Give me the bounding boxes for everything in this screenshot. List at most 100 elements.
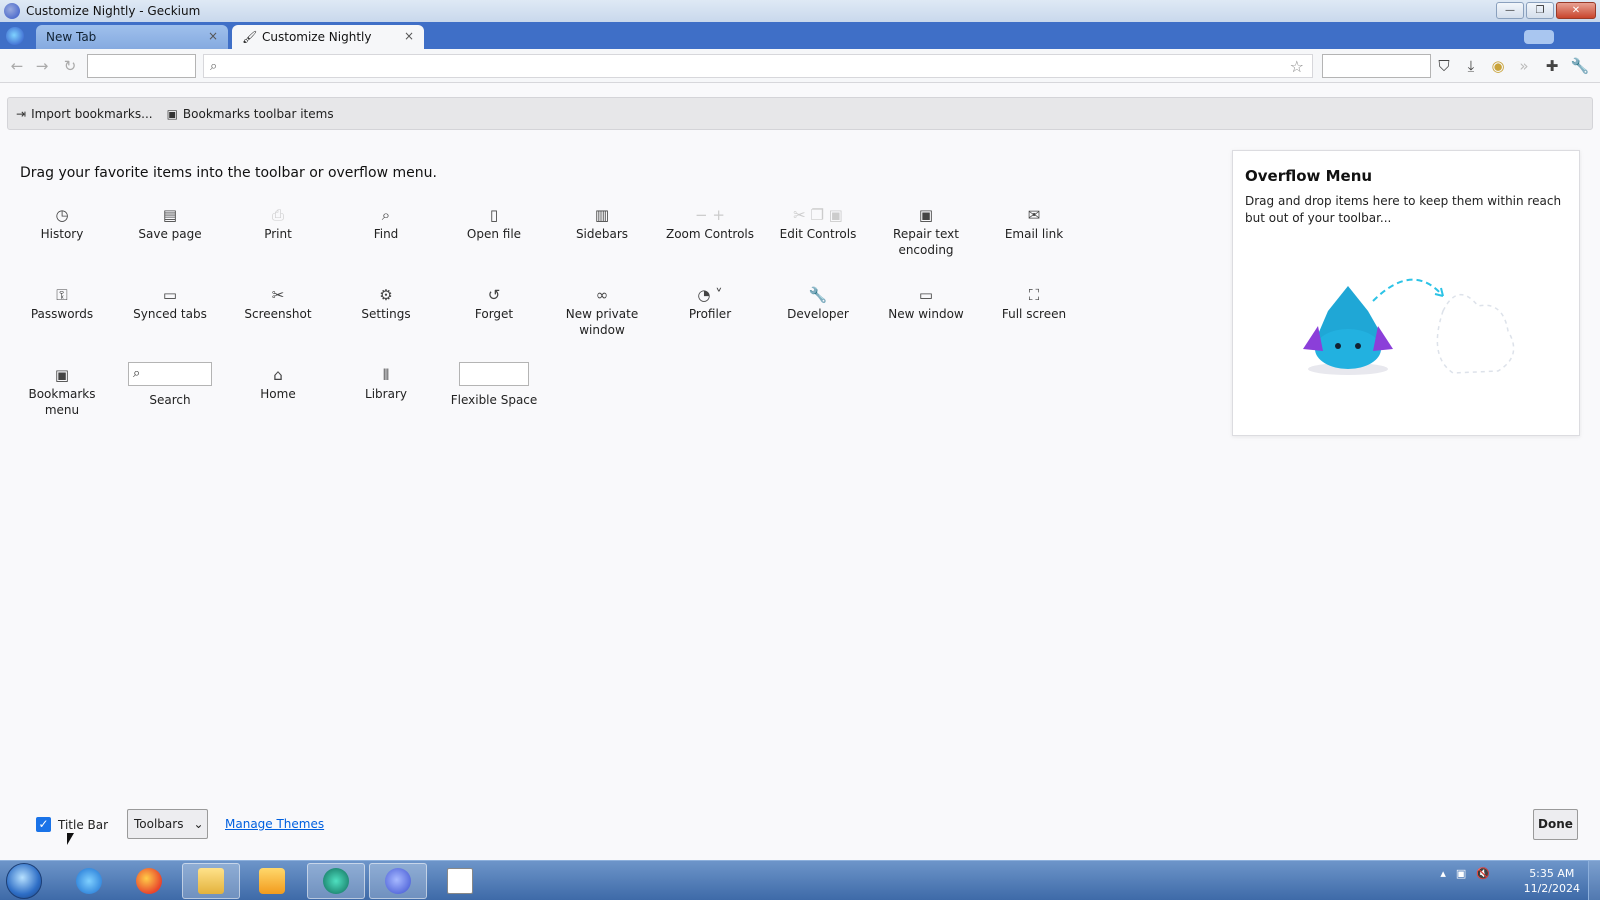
bookmarks-menu-icon: ▣ <box>54 366 70 384</box>
palette-item-search[interactable]: ⌕ Search <box>120 362 220 408</box>
mouse-cursor-icon <box>67 833 74 845</box>
history-icon: ◷ <box>55 206 69 224</box>
palette-item-label: History <box>40 227 84 241</box>
close-window-button[interactable]: ✕ <box>1556 2 1596 19</box>
sidebars-icon: ▥ <box>594 206 610 224</box>
clock[interactable]: 5:35 AM 11/2/2024 <box>1524 866 1580 896</box>
overflow-menu-panel[interactable]: Overflow Menu Drag and drop items here t… <box>1232 150 1580 436</box>
tab-customize-nightly[interactable]: 🖌 Customize Nightly × <box>232 25 424 49</box>
tray-expand-icon[interactable]: ▴ <box>1440 867 1446 880</box>
chevron-down-icon: ⌄ <box>193 817 204 831</box>
import-bookmarks-label: Import bookmarks... <box>31 106 153 121</box>
forward-arrow-icon[interactable]: → <box>33 57 51 75</box>
firefox-nightly-icon[interactable] <box>6 27 24 45</box>
palette-item-label: Home <box>260 387 296 401</box>
print-icon: ⎙ <box>271 206 284 224</box>
show-desktop-button[interactable] <box>1588 861 1600 900</box>
palette-item-new-private-window[interactable]: ∞ New private window <box>552 284 652 338</box>
overflow-chevron-icon[interactable]: » <box>1514 56 1534 76</box>
title-bar-label: Title Bar <box>58 818 109 832</box>
taskbar-notepad[interactable] <box>431 863 489 899</box>
restore-button[interactable]: ❐ <box>1526 2 1554 19</box>
start-button[interactable] <box>6 863 42 899</box>
taskbar-media-player[interactable] <box>243 863 301 899</box>
palette-item-new-window[interactable]: ▭ New window <box>876 284 976 322</box>
downloads-icon[interactable]: ⤓ <box>1461 56 1481 76</box>
back-arrow-icon[interactable]: ← <box>8 57 26 75</box>
palette-item-flexible-space[interactable]: Flexible Space <box>444 362 544 408</box>
taskbar-explorer[interactable] <box>182 863 240 899</box>
profiler-icon: ◔ ˅ <box>697 286 723 304</box>
overflow-menu-title: Overflow Menu <box>1245 167 1373 185</box>
taskbar-internet-explorer[interactable] <box>60 863 118 899</box>
repair-text-encoding-icon: ▣ <box>918 206 934 224</box>
palette-item-zoom-controls[interactable]: − + Zoom Controls <box>660 204 760 242</box>
import-icon: ⇥ <box>16 106 27 121</box>
screenshot-icon: ✂ <box>271 286 285 304</box>
account-icon[interactable]: ◉ <box>1488 56 1508 76</box>
palette-item-label: Email link <box>1004 227 1064 241</box>
title-bar-checkbox[interactable]: ✓ <box>36 817 51 832</box>
taskbar-firefox[interactable] <box>120 863 178 899</box>
extensions-icon[interactable]: ✚ <box>1542 56 1562 76</box>
palette-item-screenshot[interactable]: ✂ Screenshot <box>228 284 328 322</box>
bookmark-star-icon[interactable]: ☆ <box>1290 57 1304 76</box>
tab-close-icon[interactable]: × <box>208 29 218 43</box>
pocket-icon[interactable]: ⛉ <box>1434 56 1454 76</box>
palette-item-label: Open file <box>466 227 522 241</box>
toolbars-dropdown[interactable]: Toolbars ⌄ <box>127 809 208 839</box>
minimize-button[interactable]: — <box>1496 2 1524 19</box>
tab-new-tab[interactable]: New Tab × <box>36 25 228 49</box>
palette-item-label: Profiler <box>688 307 732 321</box>
wrench-menu-icon[interactable]: 🔧 <box>1570 56 1590 76</box>
palette-item-synced-tabs[interactable]: ▭ Synced tabs <box>120 284 220 322</box>
palette-item-sidebars[interactable]: ▥ Sidebars <box>552 204 652 242</box>
network-icon[interactable]: ▣ <box>1456 867 1466 880</box>
palette-item-home[interactable]: ⌂ Home <box>228 364 328 402</box>
taskbar-app-teal[interactable] <box>307 863 365 899</box>
palette-item-label: Save page <box>138 227 202 241</box>
palette-item-find[interactable]: ⌕ Find <box>336 204 436 242</box>
palette-item-edit-controls[interactable]: ✂ ❐ ▣ Edit Controls <box>768 204 868 242</box>
toolbars-label: Toolbars <box>134 817 184 831</box>
flexible-space-icon <box>459 362 529 386</box>
tab-close-icon[interactable]: × <box>404 29 414 43</box>
palette-item-save-page[interactable]: ▤ Save page <box>120 204 220 242</box>
customize-instructions: Drag your favorite items into the toolba… <box>20 165 437 181</box>
palette-item-label: Developer <box>787 307 849 321</box>
dashed-arc <box>1372 278 1444 302</box>
palette-item-passwords[interactable]: ⚿ Passwords <box>12 284 112 322</box>
url-bar[interactable]: ⌕ ☆ <box>203 54 1313 78</box>
palette-item-repair-text-encoding[interactable]: ▣ Repair text encoding <box>876 204 976 258</box>
palette-item-label: Print <box>264 227 292 241</box>
palette-item-library[interactable]: ⫴ Library <box>336 364 436 402</box>
search-icon: ⌕ <box>210 59 218 74</box>
new-tab-button[interactable] <box>1524 30 1554 44</box>
palette-item-label: Zoom Controls <box>665 227 755 241</box>
firefox-icon <box>136 868 162 894</box>
volume-muted-icon[interactable]: 🔇 <box>1476 867 1490 880</box>
ghost-outline <box>1436 294 1515 374</box>
done-button[interactable]: Done <box>1533 809 1578 840</box>
palette-item-open-file[interactable]: ▯ Open file <box>444 204 544 242</box>
creature-head <box>1315 329 1381 369</box>
palette-item-profiler[interactable]: ◔ ˅ Profiler <box>660 284 760 322</box>
import-bookmarks-button[interactable]: ⇥ Import bookmarks... <box>16 107 153 121</box>
search-icon: ⌕ <box>128 362 212 386</box>
palette-item-label: Passwords <box>30 307 94 321</box>
palette-item-full-screen[interactable]: ⛶ Full screen <box>984 284 1084 322</box>
palette-item-developer[interactable]: 🔧 Developer <box>768 284 868 322</box>
overflow-illustration <box>1303 278 1515 375</box>
palette-item-print[interactable]: ⎙ Print <box>228 204 328 242</box>
palette-item-forget[interactable]: ↺ Forget <box>444 284 544 322</box>
manage-themes-link[interactable]: Manage Themes <box>225 817 324 831</box>
search-box-field[interactable] <box>1322 54 1431 78</box>
reload-icon[interactable]: ↻ <box>61 57 79 75</box>
bookmarks-toolbar-items-button[interactable]: ▣ Bookmarks toolbar items <box>167 107 334 121</box>
palette-item-email-link[interactable]: ✉ Email link <box>984 204 1084 242</box>
palette-item-bookmarks-menu[interactable]: ▣ Bookmarks menu <box>12 364 112 418</box>
developer-icon: 🔧 <box>808 286 828 304</box>
palette-item-settings[interactable]: ⚙ Settings <box>336 284 436 322</box>
taskbar-nightly[interactable] <box>369 863 427 899</box>
palette-item-history[interactable]: ◷ History <box>12 204 112 242</box>
